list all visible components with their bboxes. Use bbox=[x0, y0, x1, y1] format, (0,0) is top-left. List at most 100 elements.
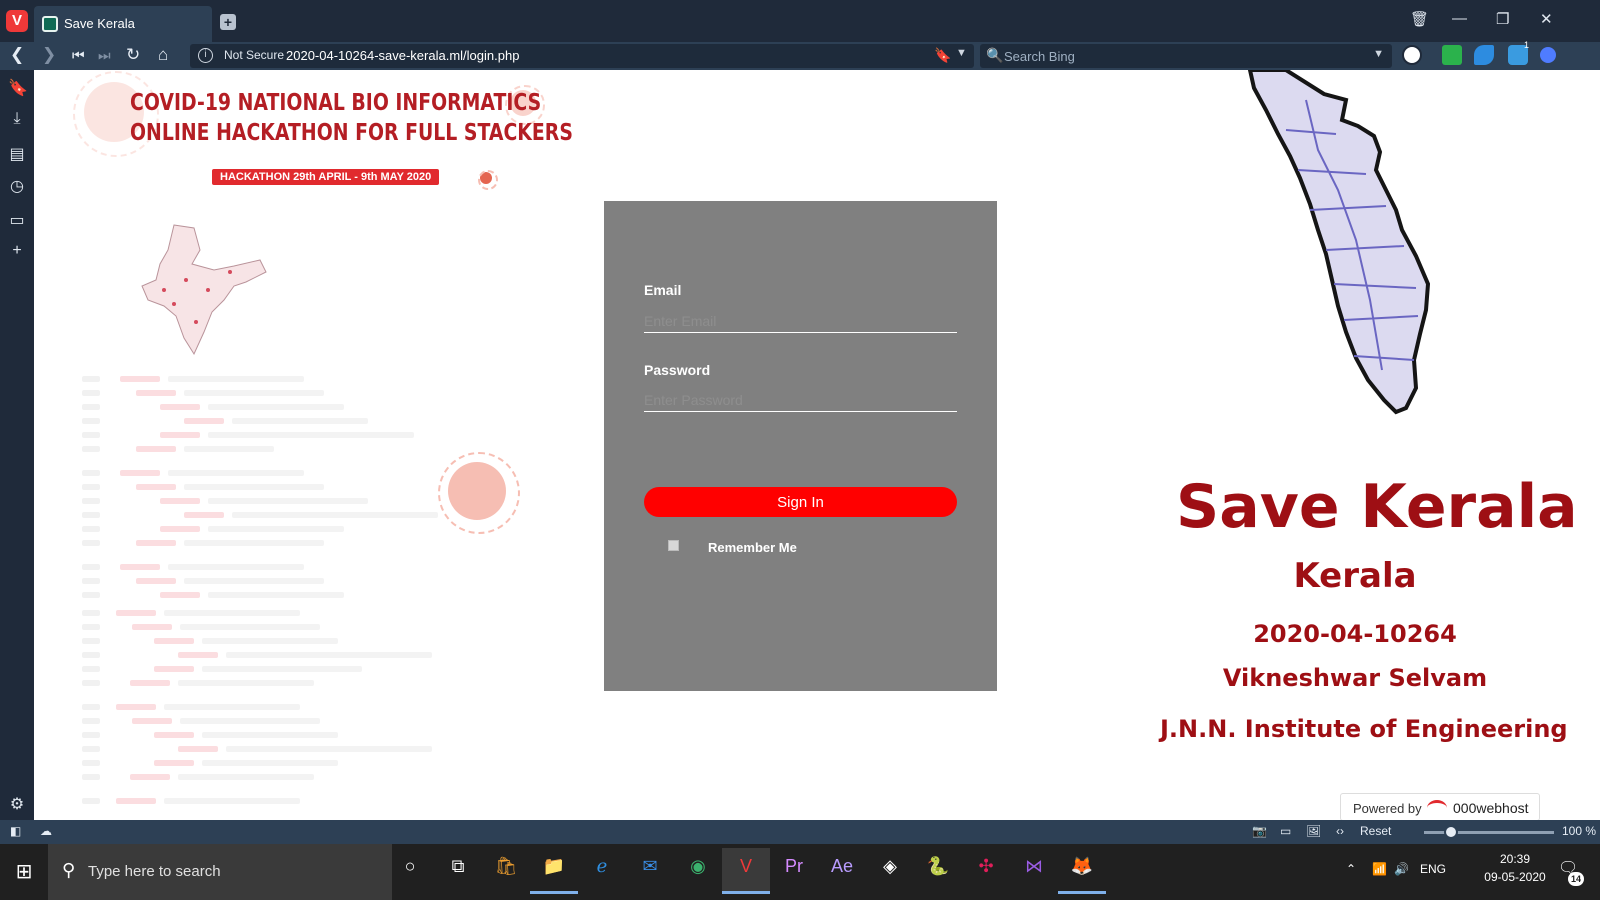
profile-avatar-icon[interactable] bbox=[1402, 45, 1422, 65]
search-engine-dropdown-icon[interactable]: ▼ bbox=[1373, 48, 1384, 60]
email-field[interactable] bbox=[644, 309, 957, 333]
browser-statusbar: ◧ ☁ 📷 ▭ 🖼 ‹› Reset 100 % bbox=[0, 820, 1600, 844]
rewind-icon[interactable]: ⏮ bbox=[72, 47, 85, 64]
000webhost-logo-icon bbox=[1427, 800, 1447, 816]
extension-sync-icon[interactable] bbox=[1474, 45, 1494, 65]
wifi-icon[interactable]: 📶 bbox=[1372, 862, 1387, 876]
hackathon-title-line2: ONLINE HACKATHON FOR FULL STACKERS bbox=[130, 120, 573, 146]
password-label: Password bbox=[644, 362, 711, 378]
premiere-pro-icon[interactable]: Pr bbox=[770, 848, 818, 894]
clock-time: 20:39 bbox=[1499, 852, 1531, 866]
capture-icon[interactable]: 📷 bbox=[1252, 824, 1267, 838]
notes-panel-icon[interactable]: ▤ bbox=[8, 144, 26, 164]
taskbar-search-box[interactable]: ⚲ Type here to search bbox=[48, 844, 392, 900]
forward-icon[interactable]: ❯ bbox=[42, 45, 56, 65]
vivaldi-menu-icon[interactable]: V bbox=[6, 10, 28, 32]
fast-forward-icon[interactable]: ⏭ bbox=[98, 47, 111, 64]
input-language[interactable]: ENG bbox=[1420, 862, 1446, 876]
file-explorer-icon[interactable]: 📁 bbox=[530, 848, 578, 894]
restore-button[interactable]: ❐ bbox=[1496, 10, 1509, 28]
zoom-reset-button[interactable]: Reset bbox=[1360, 824, 1391, 838]
bookmarks-panel-icon[interactable]: 🔖 bbox=[8, 78, 28, 98]
add-panel-icon[interactable]: + bbox=[8, 242, 26, 260]
slack-icon[interactable]: ✣ bbox=[962, 848, 1010, 894]
password-field[interactable] bbox=[644, 388, 957, 412]
security-label: Not Secure bbox=[224, 48, 285, 62]
kerala-map-image bbox=[1247, 70, 1431, 415]
windows-start-icon[interactable]: ⊞ bbox=[0, 844, 48, 900]
institute-name: J.N.N. Institute of Engineering bbox=[1160, 715, 1568, 743]
search-placeholder: Search Bing bbox=[1004, 49, 1075, 64]
web-page: COVID-19 NATIONAL BIO INFORMATICS ONLINE… bbox=[34, 70, 1600, 820]
site-favicon-icon bbox=[42, 16, 58, 32]
home-icon[interactable]: ⌂ bbox=[158, 45, 168, 65]
url-text[interactable]: 2020-04-10264-save-kerala.ml/login.php bbox=[286, 48, 519, 63]
sign-in-button[interactable]: Sign In bbox=[644, 487, 957, 517]
brand-subtitle: Kerala bbox=[1293, 556, 1417, 596]
email-label: Email bbox=[644, 282, 682, 298]
tab-title: Save Kerala bbox=[64, 16, 135, 31]
hackathon-title: COVID-19 NATIONAL BIO INFORMATICS ONLINE… bbox=[130, 88, 573, 148]
cortana-icon[interactable]: ○ bbox=[386, 848, 434, 894]
bookmark-icon[interactable]: 🔖 bbox=[934, 47, 951, 64]
back-icon[interactable]: ❮ bbox=[10, 45, 24, 65]
zoom-slider-handle[interactable] bbox=[1444, 825, 1458, 839]
edge-icon[interactable]: ℯ bbox=[578, 848, 626, 894]
taskbar-search-placeholder: Type here to search bbox=[88, 863, 221, 880]
hackathon-dates: HACKATHON 29th APRIL - 9th MAY 2020 bbox=[212, 169, 440, 185]
history-panel-icon[interactable]: ◷ bbox=[8, 176, 26, 196]
sync-cloud-icon[interactable]: ☁ bbox=[40, 824, 52, 838]
unity-icon[interactable]: ◈ bbox=[866, 848, 914, 894]
windows-taskbar: ⊞ ⚲ Type here to search ○ ⧉ 🛍 📁 ℯ ✉ ◉ V … bbox=[0, 844, 1600, 900]
browser-titlebar: V Save Kerala + 🗑 — ❐ ✕ bbox=[0, 0, 1600, 42]
search-icon: 🔍 bbox=[986, 47, 1004, 63]
powered-by-label: Powered by bbox=[1353, 801, 1422, 816]
extension-badge: 1 bbox=[1524, 40, 1530, 50]
search-field[interactable]: 🔍 Search Bing ▼ bbox=[980, 44, 1392, 68]
zoom-level: 100 % bbox=[1562, 824, 1597, 838]
task-view-icon[interactable]: ⧉ bbox=[434, 848, 482, 894]
india-map-image bbox=[141, 224, 267, 356]
clock-date: 09-05-2020 bbox=[1484, 870, 1546, 884]
reload-icon[interactable]: ↻ bbox=[126, 45, 140, 65]
powered-by-badge[interactable]: Powered by 000webhost bbox=[1340, 793, 1540, 820]
firefox-icon[interactable]: 🦊 bbox=[1058, 848, 1106, 894]
chevron-down-icon[interactable]: ▼ bbox=[956, 47, 967, 59]
visual-studio-icon[interactable]: ⋈ bbox=[1010, 848, 1058, 894]
remember-me-checkbox[interactable] bbox=[668, 540, 679, 551]
mail-icon[interactable]: ✉ bbox=[626, 848, 674, 894]
info-icon[interactable]: i bbox=[198, 48, 213, 63]
panel-toggle-icon[interactable]: ◧ bbox=[10, 824, 21, 838]
address-field[interactable]: i Not Secure 2020-04-10264-save-kerala.m… bbox=[190, 44, 974, 68]
new-tab-button[interactable]: + bbox=[220, 14, 236, 30]
remember-me-label[interactable]: Remember Me bbox=[708, 540, 797, 555]
project-id: 2020-04-10264 bbox=[1253, 620, 1457, 648]
extension-download-icon[interactable] bbox=[1442, 45, 1462, 65]
downloads-panel-icon[interactable]: ⤓ bbox=[8, 110, 26, 128]
extension-vpn-icon[interactable] bbox=[1540, 47, 1556, 63]
images-icon[interactable]: 🖼 bbox=[1306, 824, 1321, 838]
minimize-button[interactable]: — bbox=[1452, 10, 1467, 27]
after-effects-icon[interactable]: Ae bbox=[818, 848, 866, 894]
notification-count: 14 bbox=[1568, 872, 1584, 886]
tray-overflow-icon[interactable]: ⌃ bbox=[1346, 862, 1356, 876]
vivaldi-taskbar-icon[interactable]: V bbox=[722, 848, 770, 894]
close-button[interactable]: ✕ bbox=[1540, 10, 1553, 28]
hackathon-title-line1: COVID-19 NATIONAL BIO INFORMATICS bbox=[130, 90, 542, 116]
microsoft-store-icon[interactable]: 🛍 bbox=[482, 848, 530, 894]
window-panel-icon[interactable]: ▭ bbox=[8, 210, 26, 230]
settings-gear-icon[interactable]: ⚙ bbox=[8, 794, 26, 814]
tab-save-kerala[interactable]: Save Kerala bbox=[34, 6, 212, 42]
maps-icon[interactable]: ◉ bbox=[674, 848, 722, 894]
trash-icon[interactable]: 🗑 bbox=[1410, 10, 1429, 28]
taskbar-clock[interactable]: 20:39 09-05-2020 bbox=[1480, 850, 1550, 886]
side-panel: 🔖 ⤓ ▤ ◷ ▭ + ⚙ bbox=[0, 70, 34, 820]
python-icon[interactable]: 🐍 bbox=[914, 848, 962, 894]
address-toolbar: ❮ ❯ ⏮ ⏭ ↻ ⌂ i Not Secure 2020-04-10264-s… bbox=[0, 40, 1600, 70]
powered-by-name: 000webhost bbox=[1453, 800, 1529, 816]
tiling-icon[interactable]: ▭ bbox=[1280, 824, 1291, 838]
virus-icon bbox=[477, 169, 499, 191]
page-actions-icon[interactable]: ‹› bbox=[1336, 824, 1344, 838]
brand-title: Save Kerala bbox=[1176, 472, 1578, 542]
volume-icon[interactable]: 🔊 bbox=[1394, 862, 1409, 876]
